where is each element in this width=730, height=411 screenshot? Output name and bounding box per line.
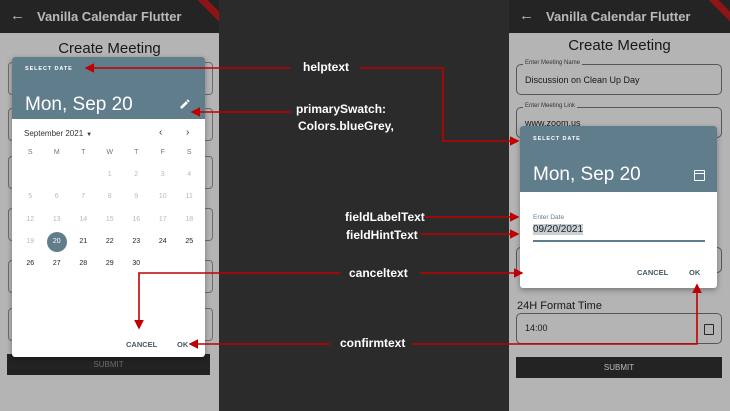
- primary-swatch-annotation-line2: Colors.blueGrey,: [298, 119, 394, 133]
- cancel-text-annotation: canceltext: [349, 266, 408, 280]
- confirm-arrow-right: [412, 283, 702, 345]
- primary-swatch-annotation-line1: primarySwatch:: [296, 102, 387, 116]
- helptext-annotation: helptext: [303, 60, 350, 74]
- cancel-arrow-left: [134, 272, 340, 330]
- confirm-text-annotation: confirmtext: [340, 336, 406, 350]
- field-hint-text-annotation: fieldHintText: [346, 228, 418, 242]
- field-label-text-annotation: fieldLabelText: [345, 210, 425, 224]
